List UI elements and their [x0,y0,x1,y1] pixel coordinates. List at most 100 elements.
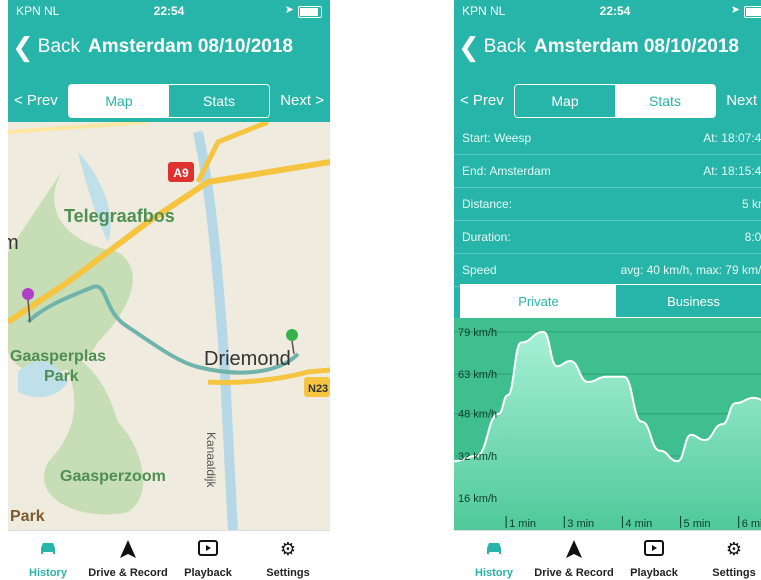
x-tick-label: 5 min [684,518,711,530]
private-button[interactable]: Private [461,285,616,317]
back-label: Back [37,36,81,57]
stat-label: End: Amsterdam [462,164,551,178]
y-tick-label: 48 km/h [458,409,497,421]
next-button[interactable]: Next > [726,92,761,109]
back-button[interactable]: ❮ Back Amsterdam 08/10/2018 [12,34,293,60]
tab-map[interactable]: Map [515,85,615,117]
tab-map[interactable]: Map [69,85,169,117]
x-tick-label: 6 min [742,518,761,530]
back-label: Back [483,36,527,57]
stat-row: Duration: 8:00 [454,221,761,254]
map-label-driemond: Driemond [204,348,291,370]
arrow-icon [534,537,614,561]
tab-settings[interactable]: ⚙ Settings [248,537,328,580]
car-icon [454,537,534,561]
location-icon: ➤ [284,4,294,16]
car-icon [8,537,88,561]
battery-icon [744,6,761,18]
tab-label: History [29,567,67,579]
route-map[interactable]: A9 N23 Telegraafbos m Gaasperplas Park D… [8,122,330,530]
x-tick-label: 4 min [625,518,652,530]
business-button[interactable]: Business [616,285,761,317]
prev-button[interactable]: < Prev [460,92,504,109]
map-label-kanaaldijk: Kanaaldijk [204,432,218,488]
stat-value: avg: 40 km/h, max: 79 km/h [620,263,761,277]
arrow-icon [88,537,168,561]
tab-drive-record[interactable]: Drive & Record [88,537,168,579]
clock: 22:54 [153,4,185,18]
stat-value: 5 km [741,197,761,211]
status-bar: KPN NL 22:54 ➤ [8,0,330,22]
back-button[interactable]: ❮ Back Amsterdam 08/10/2018 [458,34,739,60]
tab-playback[interactable]: Playback [614,537,694,579]
map-label-park: Park [44,368,79,385]
tab-label: Playback [630,567,678,579]
stat-value: 8:00 [744,230,761,244]
tab-label: Drive & Record [534,567,614,579]
stat-label: Duration: [462,230,511,244]
battery-icon [298,6,322,18]
stat-row: Distance: 5 km [454,188,761,221]
highway-label: A9 [173,166,189,180]
tab-playback[interactable]: Playback [168,537,248,579]
park-area [8,162,133,374]
water-area [78,152,111,242]
page-title: Amsterdam 08/10/2018 [88,36,293,57]
start-pin-icon [22,288,34,300]
next-button[interactable]: Next > [280,92,324,109]
tab-label: Drive & Record [88,567,168,579]
tab-label: Playback [184,567,232,579]
stat-row: End: Amsterdam At: 18:15:46 [454,155,761,188]
segment-bar: < Prev Map Stats Next > [8,78,330,122]
speed-chart: 79 km/h 63 km/h 48 km/h 32 km/h 16 km/h 1 mi… [454,318,761,530]
y-tick-label: 63 km/h [458,369,497,381]
gear-icon: ⚙ [725,538,743,559]
stat-row: Speed avg: 40 km/h, max: 79 km/h [454,254,761,287]
map-canvas: A9 N23 [8,122,330,530]
x-tick-label: 3 min [567,518,594,530]
tab-stats[interactable]: Stats [169,85,269,117]
pin-stem [291,340,295,355]
segment-bar: < Prev Map Stats Next > [454,78,761,122]
y-tick-label: 79 km/h [458,327,497,339]
stat-row: Start: Weesp At: 18:07:45 [454,122,761,155]
tab-bar: History Drive & Record Playback ⚙ Settin… [8,530,330,580]
view-segmented-control: Map Stats [514,84,716,118]
nav-bar: ❮ Back Amsterdam 08/10/2018 [454,22,761,78]
tab-history[interactable]: History [454,537,534,579]
map-label-park2: Park [10,508,45,525]
tab-label: History [475,567,513,579]
end-pin-icon [286,329,298,341]
stat-label: Distance: [462,197,513,211]
clock: 22:54 [599,4,631,18]
road-label: N23 [308,383,328,395]
tab-stats[interactable]: Stats [615,85,715,117]
map-label-gaasperzoom: Gaasperzoom [60,468,166,485]
play-icon [168,537,248,561]
stat-value: At: 18:07:45 [703,131,761,145]
minor-road [8,122,149,134]
tab-history[interactable]: History [8,537,88,579]
stat-label: Speed [462,263,497,277]
status-bar: KPN NL 22:54 ➤ [454,0,761,22]
nav-bar: ❮ Back Amsterdam 08/10/2018 [8,22,330,78]
tab-label: Settings [266,567,310,579]
trip-type-control: Private Business [460,284,761,318]
tab-settings[interactable]: ⚙ Settings [694,537,761,580]
x-tick-label: 1 min [509,518,536,530]
map-screen: KPN NL 22:54 ➤ ❮ Back Amsterdam 08/10/20… [8,0,330,580]
y-tick-label: 16 km/h [458,493,497,505]
tab-label: Settings [712,567,756,579]
gear-icon: ⚙ [279,538,297,559]
stats-screen: KPN NL 22:54 ➤ ❮ Back Amsterdam 08/10/20… [454,0,761,580]
y-tick-label: 32 km/h [458,451,497,463]
map-label-edge: m [8,232,19,254]
view-segmented-control: Map Stats [68,84,270,118]
tab-drive-record[interactable]: Drive & Record [534,537,614,579]
map-label-telegraafbos: Telegraafbos [64,206,175,226]
stat-value: At: 18:15:46 [703,164,761,178]
prev-button[interactable]: < Prev [14,92,58,109]
location-icon: ➤ [730,4,740,16]
chevron-left-icon: ❮ [458,32,480,62]
play-icon [614,537,694,561]
